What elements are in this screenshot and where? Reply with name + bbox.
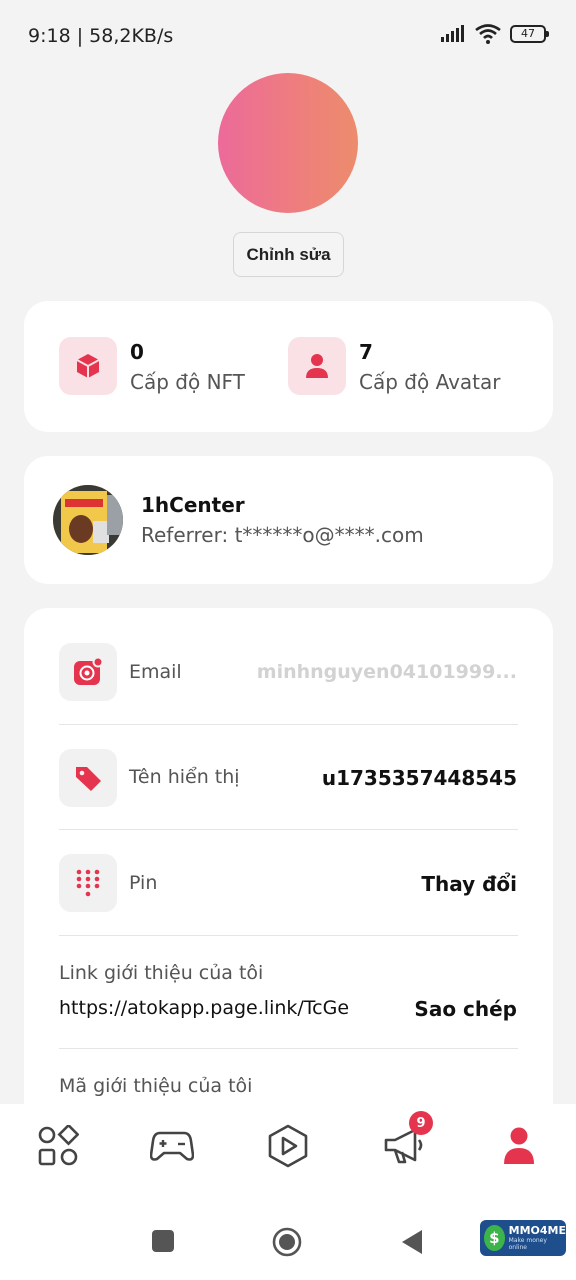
nft-level-icon-box [59,337,117,395]
levels-card: 0 Cấp độ NFT 7 Cấp độ Avatar [24,301,553,432]
status-bar: 9:18 | 58,2KB/s 47 [0,0,576,72]
user-icon [306,354,328,378]
edit-profile-button[interactable]: Chỉnh sửa [233,232,344,277]
wifi-icon [475,24,501,44]
keypad-icon [76,869,100,897]
avatar-level-value: 7 [359,340,373,364]
circle-icon [272,1227,302,1257]
dollar-coin-icon: $ [484,1225,505,1251]
signal-icon [441,25,464,42]
change-pin-button[interactable]: Thay đổi [421,872,517,896]
status-icons: 47 [440,24,549,44]
divider [59,935,518,936]
avatar-level-label: Cấp độ Avatar [359,370,501,394]
email-at-icon [74,657,103,685]
tag-icon [76,767,101,791]
profile-avatar[interactable] [218,73,358,213]
home-button[interactable] [272,1227,302,1257]
notification-badge: 9 [409,1111,433,1135]
watermark-title: MMO4ME [508,1224,566,1237]
referrer-avatar [53,485,123,555]
recents-button[interactable] [151,1229,175,1253]
bottom-nav [0,1104,576,1200]
pin-label: Pin [129,872,158,894]
display-name-label: Tên hiển thị [129,766,240,788]
watermark-subtitle: Make money online [508,1237,547,1251]
referral-link-label: Link giới thiệu của tôi [59,962,264,984]
display-name-icon-box [59,749,117,807]
back-triangle-icon [402,1230,422,1254]
profile-screen: 9:18 | 58,2KB/s 47 Chỉnh sửa 0 Cấp độ NF… [0,0,576,1280]
mmo4me-watermark: $ MMO4ME Make money online [480,1220,566,1256]
referral-link-value: https://atokapp.page.link/TcGe [59,997,350,1019]
profile-icon [504,1127,534,1164]
gamepad-icon [150,1131,194,1161]
email-icon-box [59,643,117,701]
nft-level-label: Cấp độ NFT [130,370,245,394]
cube-icon [76,354,100,378]
account-info-card: Email minhnguyen04101999... Tên hiển thị… [24,608,553,1128]
referral-code-label: Mã giới thiệu của tôi [59,1075,253,1097]
back-button[interactable] [401,1229,423,1255]
avatar-level-icon-box [288,337,346,395]
nav-profile[interactable] [491,1118,547,1174]
referrer-card[interactable]: 1hCenter Referrer: t******o@****.com [24,456,553,584]
nav-games[interactable] [144,1118,200,1174]
status-time: 9:18 | 58,2KB/s [28,25,174,47]
email-label: Email [129,661,182,683]
referrer-name: 1hCenter [141,493,245,517]
play-icon [268,1124,308,1168]
battery-icon: 47 [510,25,549,43]
divider [59,724,518,725]
email-value: minhnguyen04101999... [256,661,517,683]
nav-apps[interactable] [30,1118,86,1174]
nav-videos[interactable] [260,1118,316,1174]
square-icon [152,1230,174,1252]
apps-icon [38,1125,79,1166]
display-name-value: u1735357448545 [321,766,517,790]
copy-link-button[interactable]: Sao chép [414,997,517,1021]
divider [59,1048,518,1049]
pin-icon-box [59,854,117,912]
nft-level-value: 0 [130,340,144,364]
referrer-email: Referrer: t******o@****.com [141,523,424,547]
divider [59,829,518,830]
